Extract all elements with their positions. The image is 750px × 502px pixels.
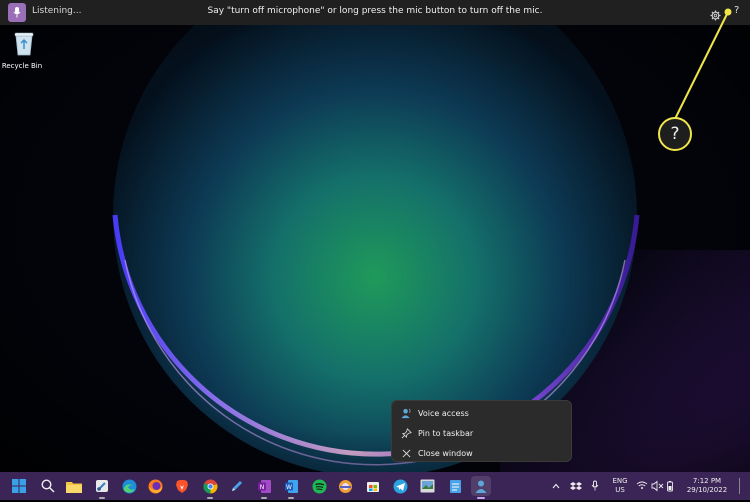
recycle-bin-label: Recycle Bin (1, 62, 43, 70)
voice-access-bar: Listening... Say "turn off microphone" o… (0, 0, 750, 25)
running-indicator (99, 497, 105, 499)
pen-icon (232, 481, 242, 491)
snipping-tool-button[interactable] (92, 476, 112, 499)
menu-item-label: Pin to taskbar (418, 428, 474, 438)
photos-button[interactable] (417, 476, 437, 496)
clock-date: 29/10/2022 (686, 486, 728, 494)
search-button[interactable] (38, 476, 58, 496)
voice-access-icon (475, 480, 486, 493)
photos-icon (420, 479, 434, 493)
volume-muted-icon[interactable] (651, 472, 664, 500)
desktop-wallpaper (0, 0, 750, 500)
running-indicator (207, 497, 213, 499)
firefox-button[interactable] (145, 476, 165, 496)
voice-access-icon (400, 407, 412, 419)
pen-app-button[interactable] (227, 476, 247, 496)
spotify-button[interactable] (309, 476, 329, 496)
chevron-up-icon (552, 483, 560, 489)
battery-icon[interactable] (666, 472, 674, 500)
telegram-button[interactable] (390, 476, 410, 496)
snipping-tool-icon (96, 480, 108, 492)
menu-item-close-window[interactable]: Close window (392, 443, 573, 463)
menu-item-pin-to-taskbar[interactable]: Pin to taskbar (392, 423, 573, 443)
pin-icon (400, 427, 412, 439)
store-button[interactable] (363, 476, 383, 496)
spotify-icon (312, 479, 326, 493)
language-label: ENG (612, 477, 628, 485)
taskbar: N W ENG US 7:12 PM 29/10/2022 (0, 472, 750, 500)
brave-icon (176, 479, 188, 493)
running-indicator (288, 497, 294, 499)
gear-icon[interactable] (710, 6, 721, 25)
menu-item-label: Voice access (418, 408, 469, 418)
region-label: US (615, 486, 625, 494)
telegram-icon (393, 479, 407, 493)
help-button[interactable]: ? (734, 5, 739, 16)
show-desktop-button[interactable] (739, 478, 740, 494)
svg-text:W: W (286, 484, 292, 491)
notepad-icon (449, 479, 461, 493)
recycle-bin[interactable]: Recycle Bin (2, 30, 44, 70)
notepad-button[interactable] (445, 476, 465, 496)
show-hidden-icons-button[interactable] (551, 472, 561, 500)
firefox-icon (148, 479, 162, 493)
microphone-icon (591, 480, 599, 491)
word-button[interactable]: W (281, 476, 301, 499)
edge-button[interactable] (119, 476, 139, 496)
dropbox-icon (570, 482, 582, 490)
clock-time: 7:12 PM (692, 477, 722, 485)
active-indicator (477, 497, 485, 499)
voice-access-taskbar-button[interactable] (471, 476, 491, 499)
edge-icon (122, 479, 136, 493)
file-explorer-button[interactable] (64, 476, 84, 496)
voice-instruction-message: Say "turn off microphone" or long press … (207, 6, 543, 16)
app-icon (338, 479, 352, 493)
chrome-icon (202, 479, 217, 494)
running-indicator (261, 497, 267, 499)
word-icon: W (284, 479, 298, 493)
help-callout: ? (658, 117, 692, 151)
onenote-icon: N (257, 479, 271, 493)
microphone-tray-button[interactable] (591, 472, 599, 500)
search-icon (41, 479, 55, 493)
recycle-bin-icon (14, 32, 34, 56)
store-icon (367, 482, 379, 492)
clock[interactable]: 7:12 PM 29/10/2022 (684, 472, 730, 500)
language-indicator[interactable]: ENG US (609, 472, 631, 500)
brave-button[interactable] (172, 476, 192, 496)
chrome-button[interactable] (200, 476, 220, 499)
start-button[interactable] (9, 476, 29, 496)
taskbar-context-menu: Voice access Pin to taskbar Close window (391, 400, 572, 462)
menu-item-label: Close window (418, 448, 473, 458)
dropbox-tray-button[interactable] (570, 472, 582, 500)
onenote-button[interactable]: N (254, 476, 274, 499)
app-button[interactable] (335, 476, 355, 496)
windows-logo-icon (12, 479, 26, 493)
menu-item-voice-access[interactable]: Voice access (392, 403, 573, 423)
svg-text:N: N (259, 484, 264, 491)
folder-icon (66, 481, 82, 493)
close-icon (400, 447, 412, 459)
callout-question-mark: ? (670, 124, 680, 144)
wifi-icon[interactable] (636, 472, 648, 500)
